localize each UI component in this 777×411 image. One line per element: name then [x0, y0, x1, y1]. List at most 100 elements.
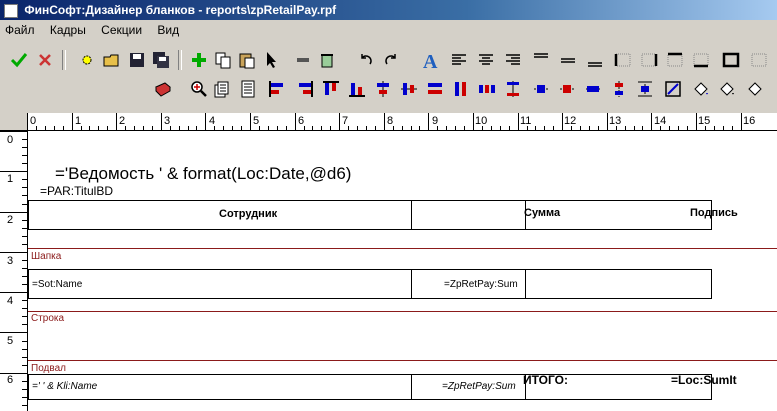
menu-view[interactable]: Вид [152, 20, 186, 40]
move-left-icon[interactable] [530, 78, 552, 100]
pages-icon[interactable] [212, 78, 234, 100]
footer-cell-sum[interactable]: =ZpRetPay:Sum [411, 374, 526, 400]
align-left-icon[interactable] [448, 49, 470, 71]
horizontal-ruler: 0 1 2 3 4 5 6 7 8 9 10 11 12 13 14 15 16 [27, 113, 777, 131]
undo-icon[interactable] [355, 49, 377, 71]
valign-middle-icon[interactable] [557, 49, 579, 71]
same-height-icon[interactable] [450, 78, 472, 100]
redo-icon[interactable] [380, 49, 402, 71]
new-icon[interactable] [76, 49, 98, 71]
menu-frames[interactable]: Кадры [45, 20, 93, 40]
fill-color-icon[interactable] [716, 78, 738, 100]
ruler-h-label: 6 [298, 115, 305, 127]
center-v-icon[interactable] [398, 78, 420, 100]
align-rights-icon[interactable] [294, 78, 316, 100]
ruler-h-label: 2 [119, 115, 126, 127]
border-top-icon[interactable] [664, 49, 686, 71]
footer-cell-client[interactable]: =' ' & Kli:Name [28, 374, 412, 400]
align-center-icon[interactable] [475, 49, 497, 71]
ruler-v-label: 4 [7, 295, 14, 307]
report-subtitle-expr[interactable]: =PAR:TitulBD [40, 184, 113, 198]
ruler-v-label: 6 [7, 374, 14, 386]
center-h-icon[interactable] [372, 78, 394, 100]
font-a-icon[interactable]: A [420, 49, 442, 71]
align-tops-icon[interactable] [320, 78, 342, 100]
pointer-icon[interactable] [260, 49, 282, 71]
border-bottom-icon[interactable] [690, 49, 712, 71]
save-icon[interactable] [126, 49, 148, 71]
menu-bar: Файл Кадры Секции Вид [0, 20, 777, 40]
header-employee-label: Сотрудник [219, 208, 278, 220]
border-none-icon[interactable] [748, 49, 770, 71]
row-name-expr: =Sot:Name [32, 279, 83, 290]
row-cell-name[interactable]: =Sot:Name [28, 269, 412, 299]
ruler-h-label: 8 [387, 115, 394, 127]
zoom-icon[interactable] [188, 78, 210, 100]
space-v-icon[interactable] [502, 78, 524, 100]
copy-icon[interactable] [212, 49, 234, 71]
border-right-icon[interactable] [638, 49, 660, 71]
align-bottoms-icon[interactable] [346, 78, 368, 100]
clear-icon[interactable] [316, 49, 338, 71]
apply-check-icon[interactable] [8, 49, 30, 71]
header-cell-sum[interactable] [411, 200, 526, 230]
window-title: ФинСофт:Дизайнер бланков - reports\zpRet… [24, 3, 337, 17]
menu-file[interactable]: Файл [0, 20, 42, 40]
paste-icon[interactable] [236, 49, 258, 71]
footer-total-expr: =Loc:SumIt [671, 373, 737, 387]
book-icon[interactable] [152, 78, 174, 100]
border-left-icon[interactable] [612, 49, 634, 71]
save-all-icon[interactable] [150, 49, 172, 71]
ruler-h-label: 11 [520, 115, 532, 127]
add-plus-icon[interactable] [188, 49, 210, 71]
row-cell-sign[interactable] [525, 269, 712, 299]
align-right-icon[interactable] [502, 49, 524, 71]
same-width-icon[interactable] [424, 78, 446, 100]
layout-toolbar [0, 76, 777, 101]
resize-icon[interactable] [634, 78, 656, 100]
space-h-icon[interactable] [476, 78, 498, 100]
fill-icon[interactable] [690, 78, 712, 100]
app-icon [4, 4, 18, 18]
title-bar: ФинСофт:Дизайнер бланков - reports\zpRet… [0, 0, 777, 20]
cancel-x-icon[interactable] [34, 49, 56, 71]
ruler-h-label: 4 [209, 115, 216, 127]
valign-top-icon[interactable] [530, 49, 552, 71]
ruler-h-label: 7 [342, 115, 349, 127]
band-label-row: Строка [31, 313, 65, 324]
row-cell-sum[interactable]: =ZpRetPay:Sum [411, 269, 526, 299]
ruler-h-label: 5 [253, 115, 260, 127]
ruler-h-label: 16 [743, 115, 756, 127]
align-lefts-icon[interactable] [266, 78, 288, 100]
ruler-v-label: 2 [7, 214, 14, 226]
header-cell-employee[interactable]: Сотрудник [28, 200, 412, 230]
report-title-expr[interactable]: ='Ведомость ' & format(Loc:Date,@d6) [55, 164, 351, 184]
band-divider-row[interactable] [28, 311, 777, 312]
band-label-header: Шапка [31, 251, 62, 262]
minus-icon[interactable] [292, 49, 314, 71]
header-sign-label: Подпись [690, 207, 738, 219]
report-canvas[interactable]: ='Ведомость ' & format(Loc:Date,@d6) =PA… [28, 131, 777, 411]
ruler-v-label: 5 [7, 335, 14, 347]
ruler-v-label: 3 [7, 255, 14, 267]
move-down-icon[interactable] [608, 78, 630, 100]
move-right-icon[interactable] [556, 78, 578, 100]
open-icon[interactable] [101, 49, 123, 71]
ruler-h-label: 1 [75, 115, 82, 127]
page-setup-icon[interactable] [237, 78, 259, 100]
band-divider-footer[interactable] [28, 360, 777, 361]
move-up-icon[interactable] [582, 78, 604, 100]
ruler-h-label: 14 [654, 115, 667, 127]
menu-sections[interactable]: Секции [96, 20, 149, 40]
border-box-icon[interactable] [720, 49, 742, 71]
ruler-h-label: 9 [432, 115, 439, 127]
ruler-v-label: 1 [7, 173, 14, 185]
valign-bottom-icon[interactable] [584, 49, 606, 71]
band-label-footer: Подвал [31, 363, 66, 374]
main-toolbar: A [0, 47, 777, 72]
ruler-corner [0, 113, 28, 131]
band-divider-header[interactable] [28, 248, 777, 249]
fill-none-icon[interactable] [744, 78, 766, 100]
scale-icon[interactable] [662, 78, 684, 100]
svg-text:A: A [423, 51, 438, 70]
